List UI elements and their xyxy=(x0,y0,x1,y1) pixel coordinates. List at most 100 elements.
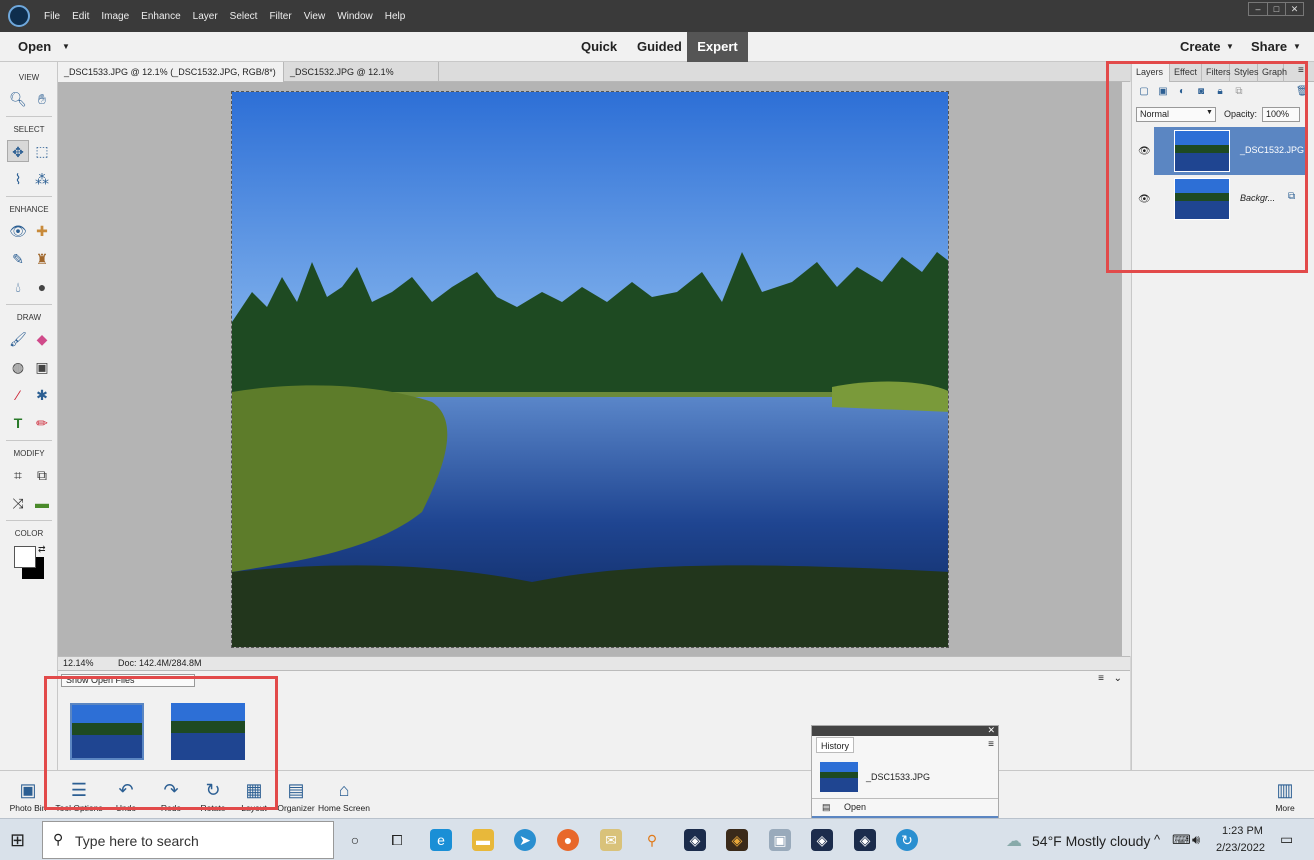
doc-tab-2[interactable]: _DSC1532.JPG @ 12.1% (RGB/8*)× xyxy=(284,62,439,97)
healing-brush-icon[interactable]: ✚ xyxy=(31,220,53,242)
share-caret-icon[interactable]: ▼ xyxy=(1293,42,1301,51)
magic-wand-icon[interactable]: ⁂ xyxy=(31,168,53,190)
taskbar-search[interactable]: ⚲ Type here to search xyxy=(42,821,334,859)
section-enhance: ENHANCE xyxy=(9,205,49,214)
create-button[interactable]: Create xyxy=(1180,39,1220,54)
doc-size: Doc: 142.4M/284.8M xyxy=(118,658,202,668)
gradient-tool-icon[interactable]: ▣ xyxy=(31,356,53,378)
mode-guided[interactable]: Guided xyxy=(627,32,692,62)
bin-menu-icon[interactable]: ≡ xyxy=(1098,673,1104,684)
shape-tool-icon[interactable]: ✱ xyxy=(31,384,53,406)
home-screen-button[interactable]: ⌂ Home Screen xyxy=(317,771,371,819)
red-eye-tool-icon[interactable]: 👁︎ xyxy=(7,220,29,242)
mode-quick[interactable]: Quick xyxy=(571,32,627,62)
more-button[interactable]: ▥ More xyxy=(1258,771,1312,819)
search-app-icon[interactable]: ⚲ xyxy=(641,829,663,851)
marquee-tool-icon[interactable]: ⬚ xyxy=(31,140,53,162)
doc-tab-1[interactable]: _DSC1533.JPG @ 12.1% (_DSC1532.JPG, RGB/… xyxy=(58,62,284,97)
smart-brush-icon[interactable]: ✎ xyxy=(7,248,29,270)
content-move-icon[interactable]: ⤨ xyxy=(7,492,29,514)
menu-image[interactable]: Image xyxy=(95,11,135,22)
pencil-tool-icon[interactable]: ✏︎ xyxy=(31,412,53,434)
status-bar: 12.14% Doc: 142.4M/284.8M xyxy=(58,656,1130,670)
menu-layer[interactable]: Layer xyxy=(187,11,224,22)
search-placeholder: Type here to search xyxy=(75,833,199,849)
photoshop-elements-icon[interactable]: ◈ xyxy=(684,829,706,851)
section-modify: MODIFY xyxy=(13,449,45,458)
menu-window[interactable]: Window xyxy=(331,11,379,22)
type-tool-icon[interactable]: T xyxy=(7,412,29,434)
menu-enhance[interactable]: Enhance xyxy=(135,11,186,22)
hand-tool-icon[interactable]: ✋︎ xyxy=(31,88,53,110)
photoshop-elements-icon-3[interactable]: ◈ xyxy=(854,829,876,851)
open-button[interactable]: Open xyxy=(18,39,51,54)
eyedropper-icon[interactable]: ⁄ xyxy=(7,384,29,406)
document-tabs: _DSC1533.JPG @ 12.1% (_DSC1532.JPG, RGB/… xyxy=(58,62,1130,97)
history-tab[interactable]: History xyxy=(816,737,855,753)
weather-text[interactable]: 54°F Mostly cloudy xyxy=(1032,833,1150,849)
eraser-tool-icon[interactable]: ◆ xyxy=(31,328,53,350)
menu-help[interactable]: Help xyxy=(379,11,412,22)
mail-icon[interactable]: ✉ xyxy=(600,829,622,851)
window-controls: – □ ✕ xyxy=(1248,2,1304,16)
zoom-tool-icon[interactable]: 🔍︎ xyxy=(7,88,29,110)
photoshop-elements-icon-2[interactable]: ◈ xyxy=(811,829,833,851)
maximize-icon[interactable]: □ xyxy=(1267,3,1285,15)
volume-icon[interactable]: 🔊︎ xyxy=(1192,832,1200,848)
brush-tool-icon[interactable]: 🖌︎ xyxy=(7,328,29,350)
crop-tool-icon[interactable]: ⌗ xyxy=(7,464,29,486)
layers-panel: Layers Effect Filters Styles Graph ≡ ▢ ▣… xyxy=(1106,61,1314,770)
straighten-tool-icon[interactable]: ▬ xyxy=(31,492,53,514)
sponge-tool-icon[interactable]: ● xyxy=(31,276,53,298)
swap-colors-icon[interactable]: ⇄ xyxy=(38,544,46,555)
lasso-tool-icon[interactable]: ⌇ xyxy=(7,168,29,190)
edge-icon[interactable]: e xyxy=(430,829,452,851)
history-panel: ✕ History ≡ _DSC1533.JPG ▤ Open xyxy=(811,725,999,820)
windows-start-icon[interactable]: ⊞ xyxy=(10,830,25,851)
blur-tool-icon[interactable]: 💧︎ xyxy=(7,276,29,298)
share-button[interactable]: Share xyxy=(1251,39,1287,54)
premiere-elements-icon[interactable]: ◈ xyxy=(726,829,748,851)
close-icon[interactable]: ✕ xyxy=(987,725,995,736)
mode-expert[interactable]: Expert xyxy=(687,32,748,62)
foreground-color-swatch[interactable] xyxy=(14,546,36,568)
close-window-icon[interactable]: ✕ xyxy=(1285,3,1303,15)
section-select: SELECT xyxy=(13,125,45,134)
clone-stamp-icon[interactable]: ♜ xyxy=(31,248,53,270)
paint-bucket-icon[interactable]: ◍ xyxy=(7,356,29,378)
open-caret-icon[interactable]: ▼ xyxy=(62,42,70,51)
menu-file[interactable]: File xyxy=(38,11,66,22)
weather-icon[interactable]: ☁ xyxy=(1006,831,1022,851)
menu-view[interactable]: View xyxy=(298,11,332,22)
recompose-tool-icon[interactable]: ⧉ xyxy=(31,464,53,486)
cortana-icon[interactable]: ○ xyxy=(344,829,366,851)
tray-chevron-icon[interactable]: ^ xyxy=(1154,832,1160,847)
mode-bar: Open ▼ Quick Guided Expert Create ▼ Shar… xyxy=(0,32,1314,62)
menu-edit[interactable]: Edit xyxy=(66,11,95,22)
task-view-icon[interactable]: ⧠ xyxy=(386,829,408,851)
home-icon: ⌂ xyxy=(338,780,350,800)
move-tool-icon[interactable]: ✥ xyxy=(7,140,29,162)
canvas-area[interactable] xyxy=(58,82,1122,656)
menu-select[interactable]: Select xyxy=(224,11,264,22)
lake-photo[interactable] xyxy=(231,91,949,648)
minimize-icon[interactable]: – xyxy=(1249,3,1267,15)
create-caret-icon[interactable]: ▼ xyxy=(1226,42,1234,51)
network-icon[interactable]: ⌨ xyxy=(1172,832,1191,848)
bin-collapse-icon[interactable]: ⌄ xyxy=(1114,673,1122,684)
history-menu-icon[interactable]: ≡ xyxy=(988,739,994,750)
elements-organizer-icon[interactable]: ↻ xyxy=(896,829,918,851)
file-explorer-icon[interactable]: ▬ xyxy=(472,829,494,851)
telegram-icon[interactable]: ➤ xyxy=(514,829,536,851)
menu-filter[interactable]: Filter xyxy=(263,11,297,22)
history-step-icon: ▤ xyxy=(822,802,831,812)
photos-icon[interactable]: ▣ xyxy=(769,829,791,851)
section-draw: DRAW xyxy=(16,313,42,322)
section-view: VIEW xyxy=(18,73,40,82)
clock-date[interactable]: 2/23/2022 xyxy=(1216,842,1265,854)
section-color: COLOR xyxy=(14,529,44,538)
clock-time[interactable]: 1:23 PM xyxy=(1222,825,1263,837)
notifications-icon[interactable]: ▭ xyxy=(1280,831,1293,848)
firefox-icon[interactable]: ● xyxy=(557,829,579,851)
history-step[interactable]: Open xyxy=(844,802,866,812)
